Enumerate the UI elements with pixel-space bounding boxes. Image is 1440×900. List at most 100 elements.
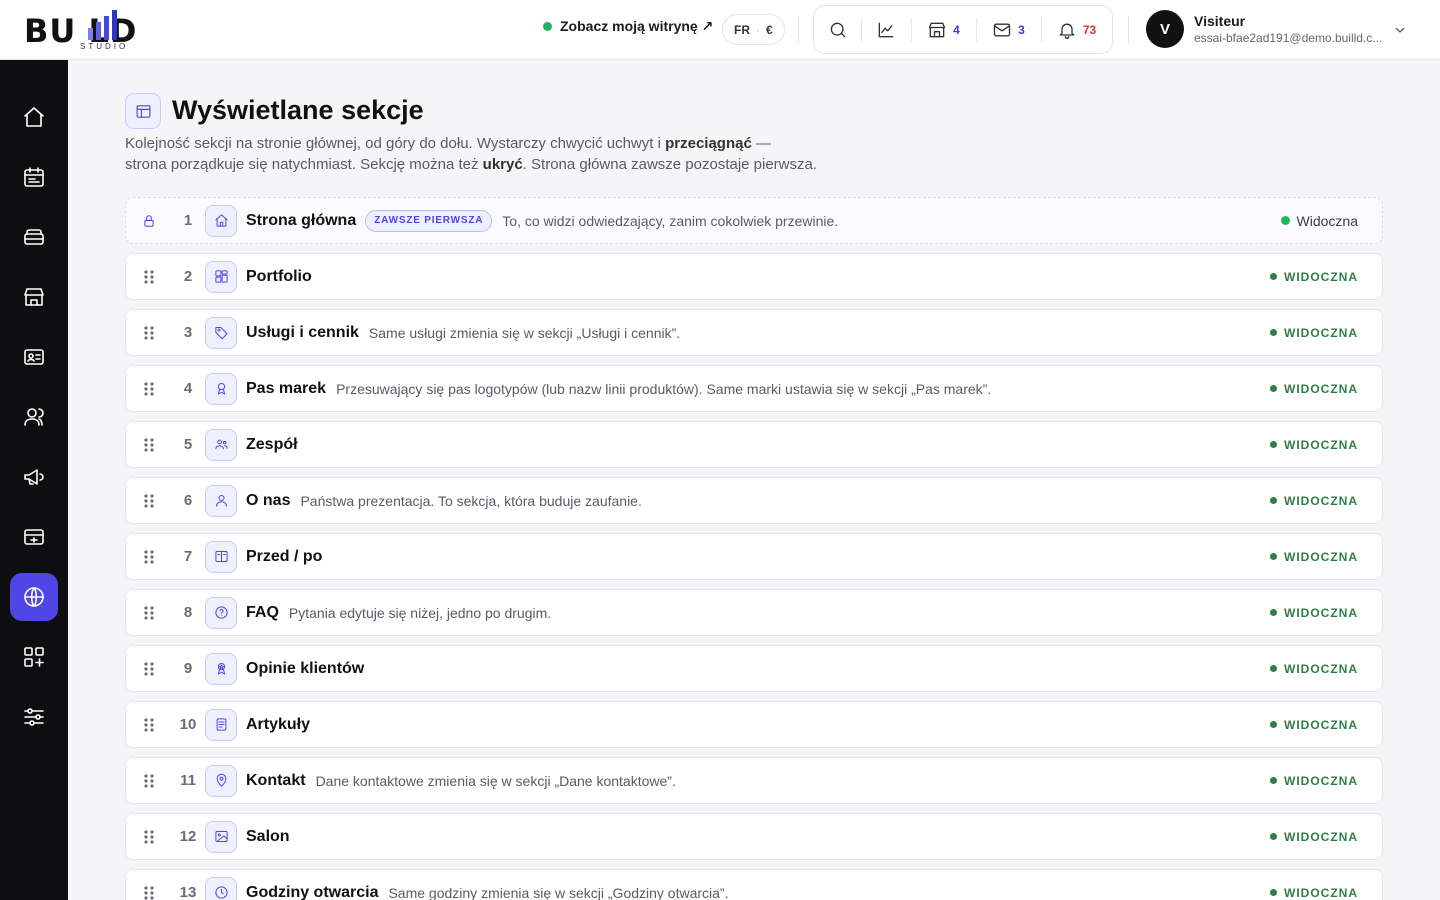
language-currency-switch[interactable]: FR · €	[722, 14, 785, 45]
drag-handle-icon[interactable]	[126, 269, 172, 285]
logo-bars-icon	[88, 10, 117, 40]
nav-contacts[interactable]	[10, 333, 58, 381]
tag-icon	[205, 316, 237, 349]
shop-icon	[24, 288, 44, 306]
drag-handle-icon[interactable]	[126, 549, 172, 565]
apps-add-icon	[24, 647, 44, 667]
nav-home[interactable]	[10, 93, 58, 141]
visibility-toggle[interactable]: WIDOCZNA	[1270, 606, 1358, 620]
header-divider	[1128, 16, 1129, 44]
section-position: 12	[179, 828, 197, 845]
messages-button[interactable]: 3	[976, 6, 1041, 53]
drag-handle-icon[interactable]	[126, 605, 172, 621]
nav-marketing[interactable]	[10, 453, 58, 501]
home-icon	[24, 107, 44, 127]
nav-calendar[interactable]	[10, 153, 58, 201]
status-dot	[1270, 273, 1277, 280]
section-row[interactable]: 5 Zespół WIDOCZNA	[125, 421, 1383, 468]
visibility-label: WIDOCZNA	[1284, 717, 1358, 732]
nav-website[interactable]	[10, 573, 58, 621]
nav-apps[interactable]	[10, 633, 58, 681]
section-position: 10	[179, 716, 197, 733]
user-name: Visiteur	[1194, 13, 1246, 29]
messages-count: 3	[1018, 22, 1025, 37]
section-row[interactable]: 4 Pas marek Przesuwający się pas logotypów…	[125, 365, 1383, 412]
notifications-button[interactable]: 73	[1041, 6, 1112, 53]
status-dot	[1270, 497, 1277, 504]
visibility-label: WIDOCZNA	[1284, 549, 1358, 564]
section-row[interactable]: 12 Salon WIDOCZNA	[125, 813, 1383, 860]
user-menu[interactable]: V Visiteur essai-bfae2ad191@demo.builld.…	[1146, 10, 1386, 48]
view-site-link[interactable]: Zobacz moją witrynę ↗	[543, 18, 713, 35]
section-name: Artykuły	[246, 715, 311, 733]
pill-separator: ·	[756, 22, 760, 37]
section-row[interactable]: 13 Godziny otwarcia Same godziny zmienia s…	[125, 869, 1383, 900]
drag-handle-icon[interactable]	[126, 493, 172, 509]
nav-clients[interactable]	[10, 393, 58, 441]
nav-payments[interactable]	[10, 513, 58, 561]
drag-handle-icon[interactable]	[126, 661, 172, 677]
section-position: 3	[183, 324, 193, 341]
store-button[interactable]: 4	[911, 6, 976, 53]
section-name: Przed / po	[246, 547, 323, 565]
section-row[interactable]: 9 Opinie klientów WIDOCZNA	[125, 645, 1383, 692]
visibility-toggle[interactable]: WIDOCZNA	[1270, 270, 1358, 284]
search-button[interactable]	[814, 6, 861, 53]
visibility-toggle[interactable]: WIDOCZNA	[1270, 326, 1358, 340]
status-dot	[1270, 553, 1277, 560]
nav-settings[interactable]	[10, 693, 58, 741]
nav-services[interactable]	[10, 213, 58, 261]
section-name: FAQ	[246, 603, 279, 621]
visibility-toggle[interactable]: WIDOCZNA	[1270, 550, 1358, 564]
section-row[interactable]: 6 O nas Państwa prezentacja. To sekcja, kt…	[125, 477, 1383, 524]
drag-handle-icon[interactable]	[126, 717, 172, 733]
drag-handle-icon[interactable]	[126, 773, 172, 789]
section-note: Pytania edytuje się niżej, jedno po drug…	[288, 604, 552, 621]
drag-handle-icon[interactable]	[126, 437, 172, 453]
section-row[interactable]: 8 FAQ Pytania edytuje się niżej, jedno po …	[125, 589, 1383, 636]
visibility-toggle[interactable]: WIDOCZNA	[1270, 494, 1358, 508]
drag-handle-icon[interactable]	[126, 325, 172, 341]
visibility-label: WIDOCZNA	[1284, 269, 1358, 284]
always-first-badge: ZAWSZE PIERWSZA	[365, 209, 493, 232]
visibility-toggle[interactable]: WIDOCZNA	[1270, 774, 1358, 788]
section-name: Pas marek	[246, 379, 327, 397]
visibility-toggle[interactable]: WIDOCZNA	[1270, 382, 1358, 396]
section-note: To, co widzi odwiedzający, zanim cokolwi…	[502, 212, 839, 229]
status-dot	[1270, 833, 1277, 840]
contact-card-icon	[24, 349, 44, 365]
brand-logo[interactable]: BU LD STUDIO	[24, 8, 184, 52]
analytics-button[interactable]	[861, 6, 911, 53]
section-position: 4	[183, 380, 193, 397]
search-icon	[830, 22, 845, 37]
visibility-toggle[interactable]: WIDOCZNA	[1270, 886, 1358, 900]
header-tools: 4 3 73	[813, 5, 1113, 54]
section-name: Godziny otwarcia	[246, 883, 379, 900]
visibility-toggle[interactable]: WIDOCZNA	[1270, 830, 1358, 844]
section-position: 13	[179, 884, 197, 900]
section-row[interactable]: 10 Artykuły WIDOCZNA	[125, 701, 1383, 748]
visibility-toggle[interactable]: WIDOCZNA	[1270, 438, 1358, 452]
layout-icon	[125, 93, 161, 129]
chevron-down-icon[interactable]	[1394, 24, 1406, 36]
visibility-toggle[interactable]: WIDOCZNA	[1270, 662, 1358, 676]
section-row[interactable]: 7 Przed / po WIDOCZNA	[125, 533, 1383, 580]
section-row[interactable]: 1 Strona główna ZAWSZE PIERWSZA To, co widz…	[125, 197, 1383, 244]
avatar: V	[1146, 10, 1184, 48]
status-dot	[1270, 329, 1277, 336]
section-row[interactable]: 3 Usługi i cennik Same usługi zmienia się …	[125, 309, 1383, 356]
section-row[interactable]: 2 Portfolio WIDOCZNA	[125, 253, 1383, 300]
section-name: Opinie klientów	[246, 659, 365, 677]
top-bar: BU LD STUDIO Zobacz moją witrynę ↗ FR · …	[0, 0, 1440, 60]
visibility-toggle[interactable]: WIDOCZNA	[1270, 718, 1358, 732]
grid-icon	[205, 260, 237, 293]
drag-handle-icon[interactable]	[126, 885, 172, 900]
status-dot	[1270, 441, 1277, 448]
section-name: Zespół	[246, 435, 298, 453]
drag-handle-icon[interactable]	[126, 381, 172, 397]
section-row[interactable]: 11 Kontakt Dane kontaktowe zmienia się w s…	[125, 757, 1383, 804]
drag-handle-icon[interactable]	[126, 829, 172, 845]
visibility-label: WIDOCZNA	[1284, 605, 1358, 620]
nav-shop[interactable]	[10, 273, 58, 321]
visibility-label: WIDOCZNA	[1284, 437, 1358, 452]
